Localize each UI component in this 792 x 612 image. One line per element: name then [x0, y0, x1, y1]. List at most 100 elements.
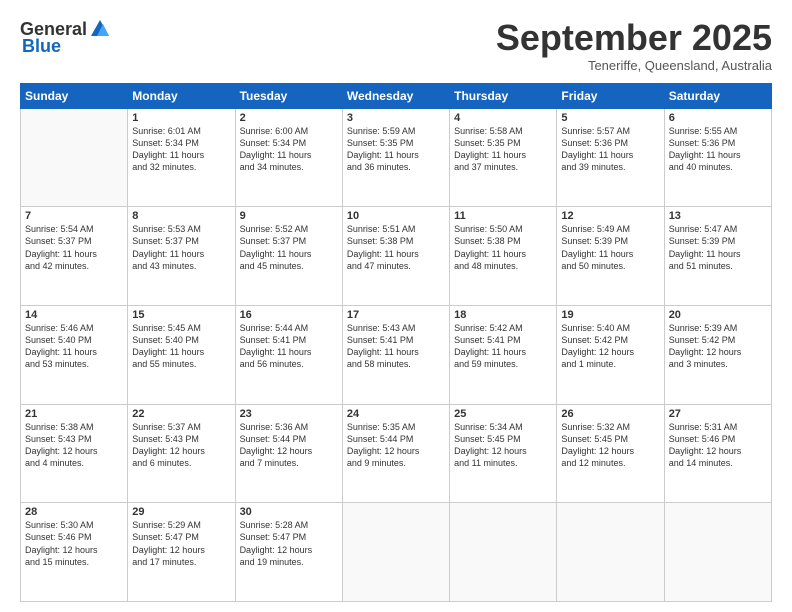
table-row: 7Sunrise: 5:54 AMSunset: 5:37 PMDaylight… — [21, 207, 128, 306]
day-info: Sunrise: 5:58 AMSunset: 5:35 PMDaylight:… — [454, 125, 552, 174]
day-info: Sunrise: 5:39 AMSunset: 5:42 PMDaylight:… — [669, 322, 767, 371]
day-info: Sunrise: 5:37 AMSunset: 5:43 PMDaylight:… — [132, 421, 230, 470]
table-row: 27Sunrise: 5:31 AMSunset: 5:46 PMDayligh… — [664, 404, 771, 503]
table-row: 11Sunrise: 5:50 AMSunset: 5:38 PMDayligh… — [450, 207, 557, 306]
calendar-table: Sunday Monday Tuesday Wednesday Thursday… — [20, 83, 772, 602]
table-row: 12Sunrise: 5:49 AMSunset: 5:39 PMDayligh… — [557, 207, 664, 306]
table-row: 2Sunrise: 6:00 AMSunset: 5:34 PMDaylight… — [235, 108, 342, 207]
day-number: 30 — [240, 506, 338, 518]
logo: General Blue — [20, 18, 111, 57]
day-info: Sunrise: 5:47 AMSunset: 5:39 PMDaylight:… — [669, 223, 767, 272]
table-row: 6Sunrise: 5:55 AMSunset: 5:36 PMDaylight… — [664, 108, 771, 207]
day-info: Sunrise: 5:52 AMSunset: 5:37 PMDaylight:… — [240, 223, 338, 272]
header-tuesday: Tuesday — [235, 83, 342, 108]
table-row: 29Sunrise: 5:29 AMSunset: 5:47 PMDayligh… — [128, 503, 235, 602]
day-number: 6 — [669, 112, 767, 124]
day-number: 10 — [347, 210, 445, 222]
table-row: 13Sunrise: 5:47 AMSunset: 5:39 PMDayligh… — [664, 207, 771, 306]
day-number: 13 — [669, 210, 767, 222]
table-row: 3Sunrise: 5:59 AMSunset: 5:35 PMDaylight… — [342, 108, 449, 207]
table-row — [342, 503, 449, 602]
table-row: 17Sunrise: 5:43 AMSunset: 5:41 PMDayligh… — [342, 305, 449, 404]
day-info: Sunrise: 5:54 AMSunset: 5:37 PMDaylight:… — [25, 223, 123, 272]
month-title: September 2025 — [496, 18, 772, 58]
table-row — [557, 503, 664, 602]
day-number: 24 — [347, 408, 445, 420]
day-info: Sunrise: 5:34 AMSunset: 5:45 PMDaylight:… — [454, 421, 552, 470]
day-number: 23 — [240, 408, 338, 420]
calendar-week-row: 1Sunrise: 6:01 AMSunset: 5:34 PMDaylight… — [21, 108, 772, 207]
day-info: Sunrise: 5:32 AMSunset: 5:45 PMDaylight:… — [561, 421, 659, 470]
table-row: 20Sunrise: 5:39 AMSunset: 5:42 PMDayligh… — [664, 305, 771, 404]
table-row: 15Sunrise: 5:45 AMSunset: 5:40 PMDayligh… — [128, 305, 235, 404]
location-subtitle: Teneriffe, Queensland, Australia — [496, 58, 772, 73]
table-row: 1Sunrise: 6:01 AMSunset: 5:34 PMDaylight… — [128, 108, 235, 207]
day-info: Sunrise: 5:30 AMSunset: 5:46 PMDaylight:… — [25, 519, 123, 568]
day-info: Sunrise: 5:45 AMSunset: 5:40 PMDaylight:… — [132, 322, 230, 371]
table-row: 26Sunrise: 5:32 AMSunset: 5:45 PMDayligh… — [557, 404, 664, 503]
day-number: 4 — [454, 112, 552, 124]
day-info: Sunrise: 5:44 AMSunset: 5:41 PMDaylight:… — [240, 322, 338, 371]
day-number: 21 — [25, 408, 123, 420]
table-row: 9Sunrise: 5:52 AMSunset: 5:37 PMDaylight… — [235, 207, 342, 306]
header: General Blue September 2025 Teneriffe, Q… — [20, 18, 772, 73]
table-row: 23Sunrise: 5:36 AMSunset: 5:44 PMDayligh… — [235, 404, 342, 503]
table-row: 28Sunrise: 5:30 AMSunset: 5:46 PMDayligh… — [21, 503, 128, 602]
day-number: 20 — [669, 309, 767, 321]
day-info: Sunrise: 5:43 AMSunset: 5:41 PMDaylight:… — [347, 322, 445, 371]
day-info: Sunrise: 5:46 AMSunset: 5:40 PMDaylight:… — [25, 322, 123, 371]
day-number: 1 — [132, 112, 230, 124]
table-row — [664, 503, 771, 602]
day-info: Sunrise: 5:28 AMSunset: 5:47 PMDaylight:… — [240, 519, 338, 568]
calendar-week-row: 28Sunrise: 5:30 AMSunset: 5:46 PMDayligh… — [21, 503, 772, 602]
day-info: Sunrise: 5:53 AMSunset: 5:37 PMDaylight:… — [132, 223, 230, 272]
day-info: Sunrise: 6:00 AMSunset: 5:34 PMDaylight:… — [240, 125, 338, 174]
title-block: September 2025 Teneriffe, Queensland, Au… — [496, 18, 772, 73]
day-info: Sunrise: 5:55 AMSunset: 5:36 PMDaylight:… — [669, 125, 767, 174]
day-number: 27 — [669, 408, 767, 420]
day-info: Sunrise: 5:40 AMSunset: 5:42 PMDaylight:… — [561, 322, 659, 371]
header-monday: Monday — [128, 83, 235, 108]
header-sunday: Sunday — [21, 83, 128, 108]
day-number: 29 — [132, 506, 230, 518]
calendar-header-row: Sunday Monday Tuesday Wednesday Thursday… — [21, 83, 772, 108]
day-number: 14 — [25, 309, 123, 321]
day-number: 8 — [132, 210, 230, 222]
page: General Blue September 2025 Teneriffe, Q… — [0, 0, 792, 612]
table-row: 19Sunrise: 5:40 AMSunset: 5:42 PMDayligh… — [557, 305, 664, 404]
header-thursday: Thursday — [450, 83, 557, 108]
day-number: 25 — [454, 408, 552, 420]
day-info: Sunrise: 5:38 AMSunset: 5:43 PMDaylight:… — [25, 421, 123, 470]
day-number: 22 — [132, 408, 230, 420]
day-info: Sunrise: 5:29 AMSunset: 5:47 PMDaylight:… — [132, 519, 230, 568]
day-info: Sunrise: 5:57 AMSunset: 5:36 PMDaylight:… — [561, 125, 659, 174]
day-number: 15 — [132, 309, 230, 321]
calendar-week-row: 7Sunrise: 5:54 AMSunset: 5:37 PMDaylight… — [21, 207, 772, 306]
table-row: 22Sunrise: 5:37 AMSunset: 5:43 PMDayligh… — [128, 404, 235, 503]
day-number: 19 — [561, 309, 659, 321]
table-row: 5Sunrise: 5:57 AMSunset: 5:36 PMDaylight… — [557, 108, 664, 207]
header-saturday: Saturday — [664, 83, 771, 108]
table-row: 4Sunrise: 5:58 AMSunset: 5:35 PMDaylight… — [450, 108, 557, 207]
day-number: 2 — [240, 112, 338, 124]
table-row: 18Sunrise: 5:42 AMSunset: 5:41 PMDayligh… — [450, 305, 557, 404]
table-row: 10Sunrise: 5:51 AMSunset: 5:38 PMDayligh… — [342, 207, 449, 306]
day-info: Sunrise: 5:59 AMSunset: 5:35 PMDaylight:… — [347, 125, 445, 174]
table-row: 21Sunrise: 5:38 AMSunset: 5:43 PMDayligh… — [21, 404, 128, 503]
table-row: 30Sunrise: 5:28 AMSunset: 5:47 PMDayligh… — [235, 503, 342, 602]
day-info: Sunrise: 5:51 AMSunset: 5:38 PMDaylight:… — [347, 223, 445, 272]
day-info: Sunrise: 6:01 AMSunset: 5:34 PMDaylight:… — [132, 125, 230, 174]
table-row: 16Sunrise: 5:44 AMSunset: 5:41 PMDayligh… — [235, 305, 342, 404]
table-row: 14Sunrise: 5:46 AMSunset: 5:40 PMDayligh… — [21, 305, 128, 404]
header-wednesday: Wednesday — [342, 83, 449, 108]
header-friday: Friday — [557, 83, 664, 108]
table-row — [21, 108, 128, 207]
day-number: 18 — [454, 309, 552, 321]
table-row: 25Sunrise: 5:34 AMSunset: 5:45 PMDayligh… — [450, 404, 557, 503]
logo-blue-text: Blue — [22, 36, 61, 57]
table-row: 8Sunrise: 5:53 AMSunset: 5:37 PMDaylight… — [128, 207, 235, 306]
table-row — [450, 503, 557, 602]
logo-icon — [89, 18, 111, 40]
day-number: 5 — [561, 112, 659, 124]
day-info: Sunrise: 5:42 AMSunset: 5:41 PMDaylight:… — [454, 322, 552, 371]
